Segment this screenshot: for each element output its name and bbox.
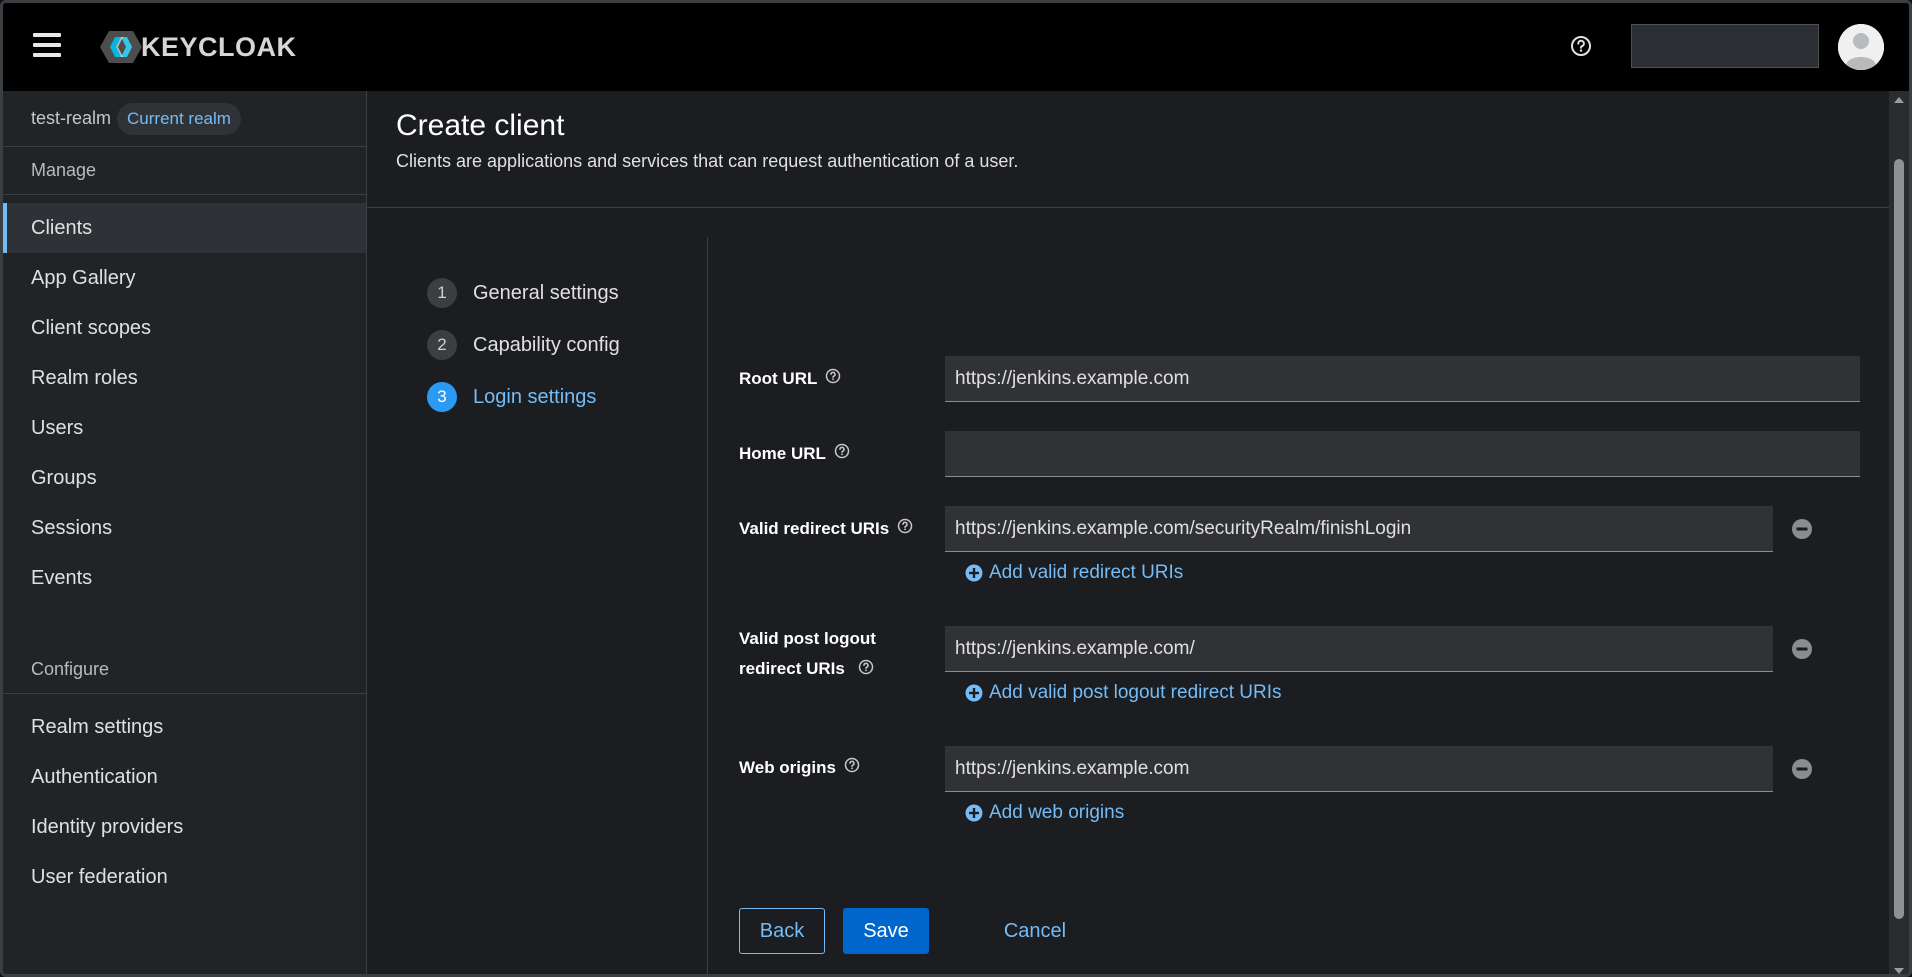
plus-circle-icon — [965, 804, 983, 822]
page-header: Create client Clients are applications a… — [367, 91, 1895, 208]
sidebar-item-realm-settings[interactable]: Realm settings — [3, 702, 366, 752]
home-url-input[interactable] — [945, 431, 1860, 477]
post-logout-redirect-uris-label: Valid post logout redirect URIs — [739, 624, 876, 685]
post-logout-redirect-uri-input[interactable]: https://jenkins.example.com/ — [945, 626, 1773, 672]
question-circle-icon[interactable] — [1569, 34, 1593, 58]
valid-redirect-uris-label: Valid redirect URIs — [739, 518, 913, 539]
help-icon[interactable] — [858, 655, 874, 685]
valid-redirect-uri-input[interactable]: https://jenkins.example.com/securityReal… — [945, 506, 1773, 552]
configure-nav: Realm settings Authentication Identity p… — [3, 694, 366, 902]
remove-web-origin-icon[interactable] — [1791, 758, 1813, 780]
save-button[interactable]: Save — [843, 908, 929, 954]
wizard-steps: 1 General settings 2 Capability config 3… — [427, 267, 677, 423]
help-icon[interactable] — [825, 368, 841, 389]
sidebar-item-groups[interactable]: Groups — [3, 453, 366, 503]
current-realm-badge: Current realm — [117, 102, 241, 135]
step-label: Capability config — [473, 333, 620, 356]
step-label: General settings — [473, 281, 619, 304]
user-menu-toggle[interactable] — [1631, 24, 1819, 68]
plus-circle-icon — [965, 684, 983, 702]
home-url-label: Home URL — [739, 443, 850, 464]
add-link-label: Add valid redirect URIs — [989, 562, 1184, 583]
add-link-label: Add valid post logout redirect URIs — [989, 682, 1282, 703]
sidebar-item-user-federation[interactable]: User federation — [3, 852, 366, 902]
web-origins-label: Web origins — [739, 757, 860, 778]
sidebar: test-realm Current realm Manage Clients … — [3, 91, 367, 974]
page-title: Create client — [396, 109, 565, 142]
remove-post-logout-uri-icon[interactable] — [1791, 638, 1813, 660]
wizard-divider — [707, 237, 708, 974]
plus-circle-icon — [965, 564, 983, 582]
web-origins-label-text: Web origins — [739, 757, 836, 777]
configure-section-title: Configure — [3, 646, 366, 694]
step-label: Login settings — [473, 385, 597, 408]
cancel-button[interactable]: Cancel — [985, 908, 1085, 954]
add-valid-redirect-uris-button[interactable]: Add valid redirect URIs — [965, 562, 1183, 584]
wizard-step-capability-config[interactable]: 2 Capability config — [427, 319, 677, 371]
realm-name: test-realm — [31, 108, 112, 128]
sidebar-item-client-scopes[interactable]: Client scopes — [3, 303, 366, 353]
hamburger-menu-icon[interactable] — [33, 31, 61, 59]
add-link-label: Add web origins — [989, 802, 1125, 823]
masthead: KEYCLOAK — [3, 3, 1909, 91]
add-post-logout-redirect-uris-button[interactable]: Add valid post logout redirect URIs — [965, 682, 1282, 704]
sidebar-item-events[interactable]: Events — [3, 553, 366, 603]
sidebar-item-sessions[interactable]: Sessions — [3, 503, 366, 553]
page-description: Clients are applications and services th… — [396, 151, 1019, 171]
sidebar-item-app-gallery[interactable]: App Gallery — [3, 253, 366, 303]
keycloak-logo-icon — [100, 31, 142, 63]
web-origins-input[interactable]: https://jenkins.example.com — [945, 746, 1773, 792]
remove-redirect-uri-icon[interactable] — [1791, 518, 1813, 540]
main-content: Create client Clients are applications a… — [367, 91, 1895, 974]
root-url-label: Root URL — [739, 368, 841, 389]
wizard-step-login-settings[interactable]: 3 Login settings — [427, 371, 677, 423]
step-number: 2 — [427, 330, 457, 360]
add-web-origins-button[interactable]: Add web origins — [965, 802, 1124, 824]
back-button[interactable]: Back — [739, 908, 825, 954]
sidebar-item-realm-roles[interactable]: Realm roles — [3, 353, 366, 403]
help-icon[interactable] — [897, 518, 913, 539]
keycloak-logo[interactable]: KEYCLOAK — [99, 29, 297, 65]
brand-name: KEYCLOAK — [141, 31, 297, 62]
sidebar-item-clients[interactable]: Clients — [3, 203, 366, 253]
root-url-label-text: Root URL — [739, 368, 818, 388]
help-icon[interactable] — [844, 757, 860, 778]
scrollbar[interactable] — [1889, 91, 1909, 974]
help-icon[interactable] — [834, 443, 850, 464]
valid-redirect-uris-label-text: Valid redirect URIs — [739, 518, 890, 538]
scroll-up-arrow-icon[interactable] — [1894, 97, 1904, 103]
sidebar-item-authentication[interactable]: Authentication — [3, 752, 366, 802]
post-logout-label-line1: Valid post logout — [739, 629, 876, 648]
manage-section-title: Manage — [3, 147, 366, 195]
scroll-down-arrow-icon[interactable] — [1894, 968, 1904, 974]
sidebar-item-identity-providers[interactable]: Identity providers — [3, 802, 366, 852]
realm-selector[interactable]: test-realm Current realm — [3, 91, 366, 147]
scroll-thumb[interactable] — [1894, 159, 1904, 919]
manage-nav: Clients App Gallery Client scopes Realm … — [3, 195, 366, 603]
app-window: KEYCLOAK test-realm Current realm Manage — [0, 0, 1912, 977]
sidebar-item-users[interactable]: Users — [3, 403, 366, 453]
wizard-step-general-settings[interactable]: 1 General settings — [427, 267, 677, 319]
root-url-input[interactable]: https://jenkins.example.com — [945, 356, 1860, 402]
post-logout-label-line2: redirect URIs — [739, 659, 845, 678]
step-number: 3 — [427, 382, 457, 412]
step-number: 1 — [427, 278, 457, 308]
user-avatar-icon[interactable] — [1838, 24, 1884, 70]
home-url-label-text: Home URL — [739, 443, 826, 463]
